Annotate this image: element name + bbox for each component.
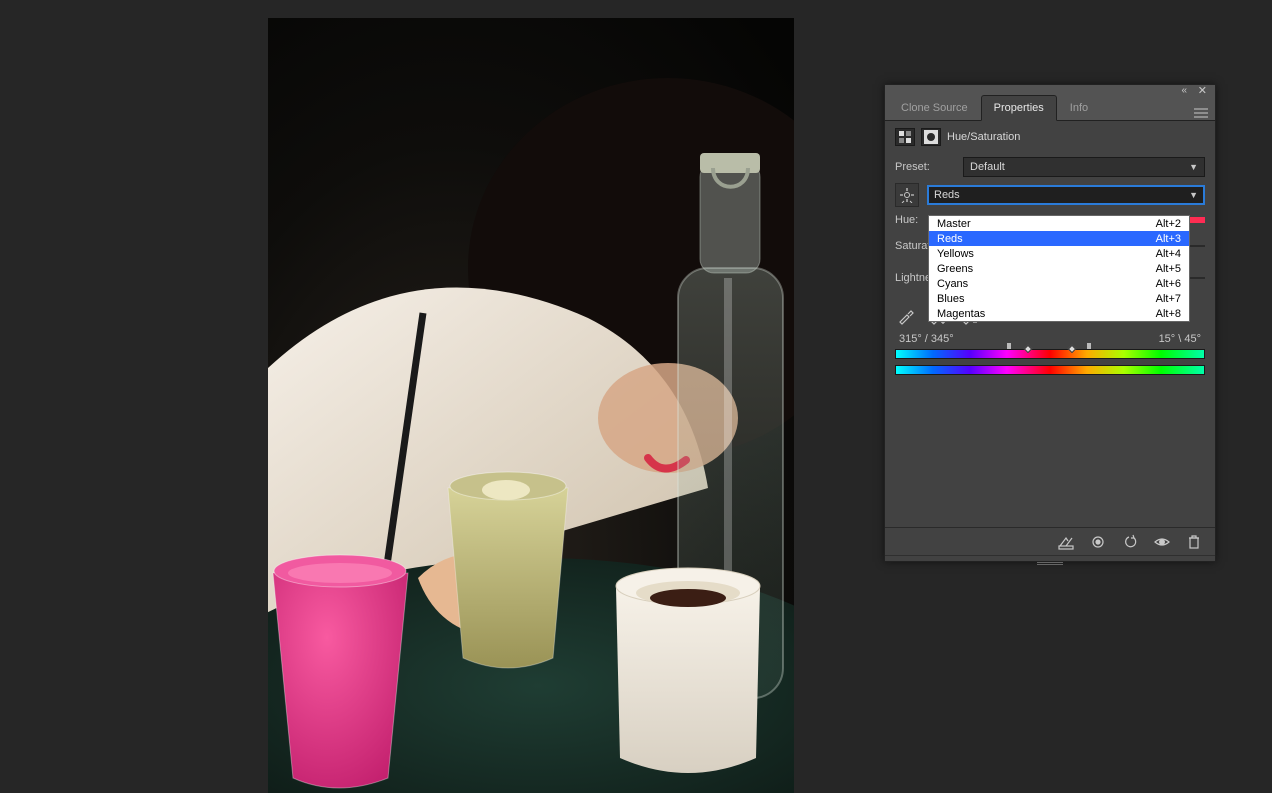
color-range-spectrum-bottom [895,365,1205,375]
channel-option-master[interactable]: MasterAlt+2 [929,216,1189,231]
channel-value: Reds [934,189,960,201]
adjustment-title: Hue/Saturation [947,131,1020,143]
channel-option-blues[interactable]: BluesAlt+7 [929,291,1189,306]
tab-clone-source[interactable]: Clone Source [889,96,980,120]
clip-to-layer-button[interactable] [1057,533,1075,551]
close-icon[interactable]: ✕ [1198,84,1207,97]
chevron-down-icon: ▼ [1189,162,1198,172]
tab-properties[interactable]: Properties [981,95,1057,121]
properties-panel: « ✕ Clone Source Properties Info Hue/Sat… [884,84,1216,562]
channel-dropdown[interactable]: Reds ▼ [927,185,1205,205]
adjustment-mask-icon[interactable] [921,128,941,146]
preset-dropdown[interactable]: Default ▼ [963,157,1205,177]
reset-button[interactable] [1121,533,1139,551]
document-canvas[interactable] [268,18,794,793]
collapse-icon[interactable]: « [1181,85,1187,96]
color-range-spectrum-top[interactable] [895,349,1205,359]
panel-dragbar[interactable]: « ✕ [885,85,1215,93]
channel-dropdown-list[interactable]: MasterAlt+2RedsAlt+3YellowsAlt+4GreensAl… [928,215,1190,322]
channel-option-greens[interactable]: GreensAlt+5 [929,261,1189,276]
channel-option-magentas[interactable]: MagentasAlt+8 [929,306,1189,321]
range-left: 315° / 345° [899,333,954,345]
preset-value: Default [970,161,1005,173]
panel-resize-handle[interactable] [885,555,1215,561]
tab-info[interactable]: Info [1058,96,1100,120]
preset-label: Preset: [895,161,955,173]
targeted-adjustment-tool-button[interactable] [895,183,919,207]
eyedropper-button[interactable] [895,305,917,327]
channel-option-yellows[interactable]: YellowsAlt+4 [929,246,1189,261]
toggle-visibility-button[interactable] [1153,533,1171,551]
channel-option-reds[interactable]: RedsAlt+3 [929,231,1189,246]
view-previous-state-button[interactable] [1089,533,1107,551]
delete-button[interactable] [1185,533,1203,551]
chevron-down-icon: ▼ [1189,190,1198,200]
panel-menu-icon[interactable] [1193,107,1209,119]
channel-option-cyans[interactable]: CyansAlt+6 [929,276,1189,291]
adjustment-preset-icon[interactable] [895,128,915,146]
range-right: 15° \ 45° [1159,333,1201,345]
